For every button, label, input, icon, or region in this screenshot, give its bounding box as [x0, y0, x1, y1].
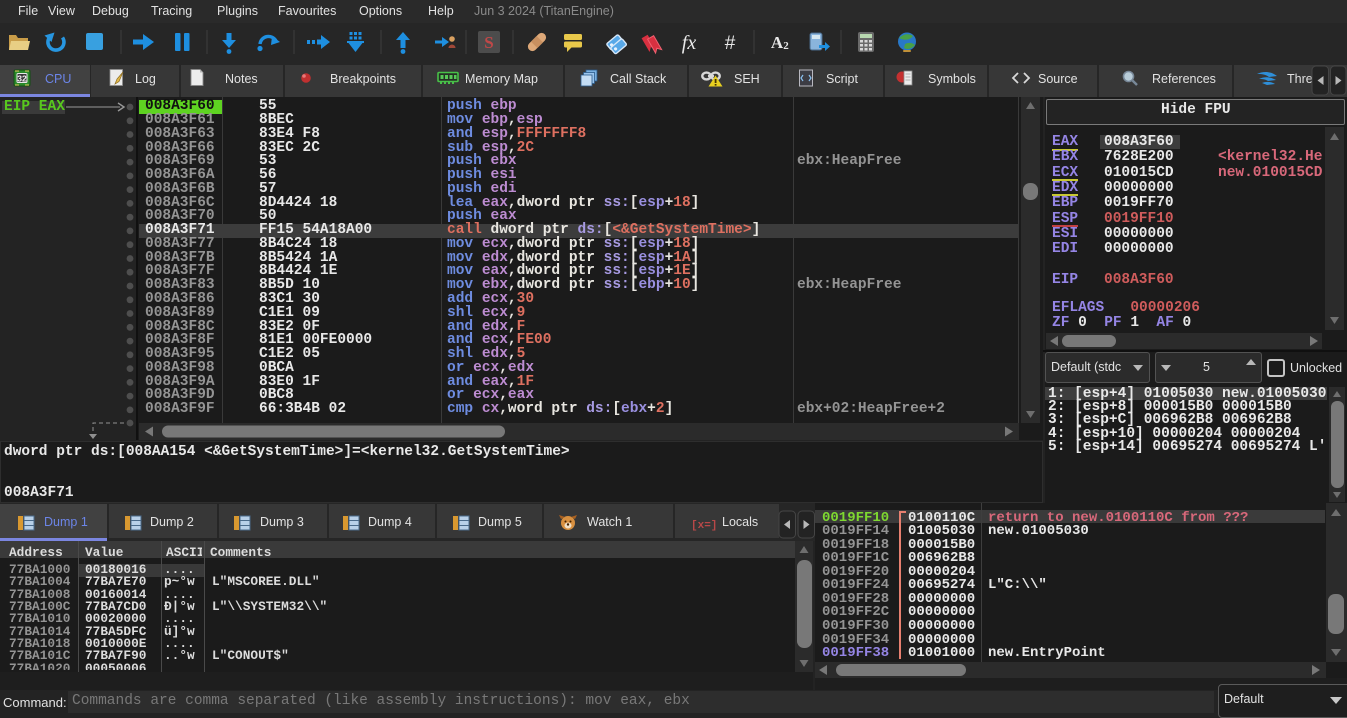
svg-text:fx: fx	[682, 32, 697, 54]
svg-text:A: A	[771, 33, 784, 52]
svg-text:32: 32	[17, 73, 27, 83]
svg-text:2: 2	[783, 40, 789, 52]
svg-text:#: #	[725, 33, 736, 54]
svg-text:S: S	[484, 33, 493, 52]
svg-text:[x=]: [x=]	[691, 520, 717, 532]
